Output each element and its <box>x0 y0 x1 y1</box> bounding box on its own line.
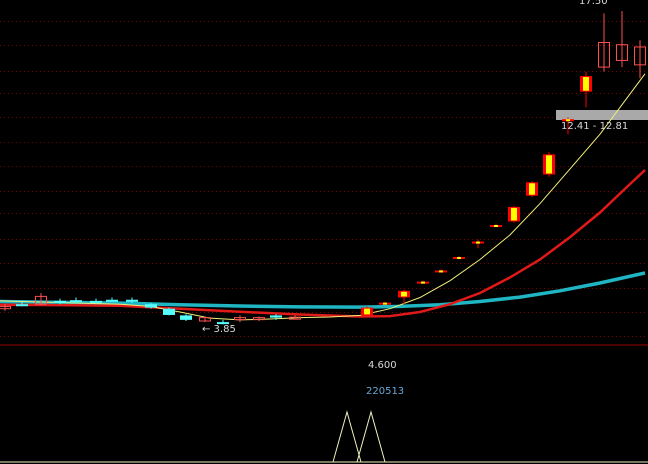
candle <box>508 205 520 223</box>
candle-body <box>270 315 282 318</box>
candle-body <box>106 299 118 302</box>
candle-body <box>54 300 66 303</box>
candle <box>289 315 301 320</box>
moving-average-lines <box>0 73 646 321</box>
candle <box>163 307 175 316</box>
candle-body-core <box>364 308 370 315</box>
candle <box>180 314 192 321</box>
candle <box>598 13 610 72</box>
candle-body <box>163 308 175 315</box>
low-price-marker: ← 3.85 <box>202 324 236 335</box>
candle-body-core <box>511 207 517 221</box>
candle <box>526 181 538 197</box>
candle-body <box>126 299 138 302</box>
indicator-spike <box>356 410 386 463</box>
volume-value-label: 220513 <box>366 386 405 397</box>
high-price-label: 17.50 <box>579 0 608 7</box>
candlesticks <box>0 11 646 325</box>
stock-chart-canvas[interactable] <box>0 0 648 464</box>
candle <box>543 152 555 177</box>
indicator-spike <box>332 410 362 463</box>
ma-short-line <box>0 73 646 321</box>
candle <box>580 71 592 108</box>
candle <box>106 297 118 302</box>
candle-body-core <box>476 241 480 244</box>
candle <box>435 269 447 273</box>
candle <box>379 301 391 305</box>
candle-body <box>180 315 192 320</box>
candle <box>453 256 465 260</box>
candle <box>417 280 429 284</box>
candle <box>472 239 484 249</box>
candle-body-core <box>583 77 589 91</box>
candle-body-core <box>529 183 535 195</box>
candle-body-core <box>494 225 498 228</box>
candle-body-core <box>457 257 461 260</box>
candle-body <box>90 300 102 303</box>
price-range-highlight <box>556 110 648 120</box>
candle <box>616 11 628 68</box>
candle-body <box>16 304 28 307</box>
candle-body-core <box>546 155 552 174</box>
candle-body <box>145 304 157 308</box>
candle <box>199 316 211 323</box>
candle <box>234 315 246 323</box>
candle-body <box>70 300 82 303</box>
candle <box>361 306 373 316</box>
candle-body-core <box>401 291 407 297</box>
candle-body-core <box>439 270 443 273</box>
indicator-spikes <box>332 410 386 463</box>
candle <box>490 223 502 228</box>
candle-body-core <box>383 302 387 305</box>
candle-body-core <box>421 281 425 284</box>
price-gridlines <box>0 21 648 337</box>
price-range-label: 12.41 - 12.81 <box>561 121 629 132</box>
indicator-value-label: 4.600 <box>368 360 397 371</box>
